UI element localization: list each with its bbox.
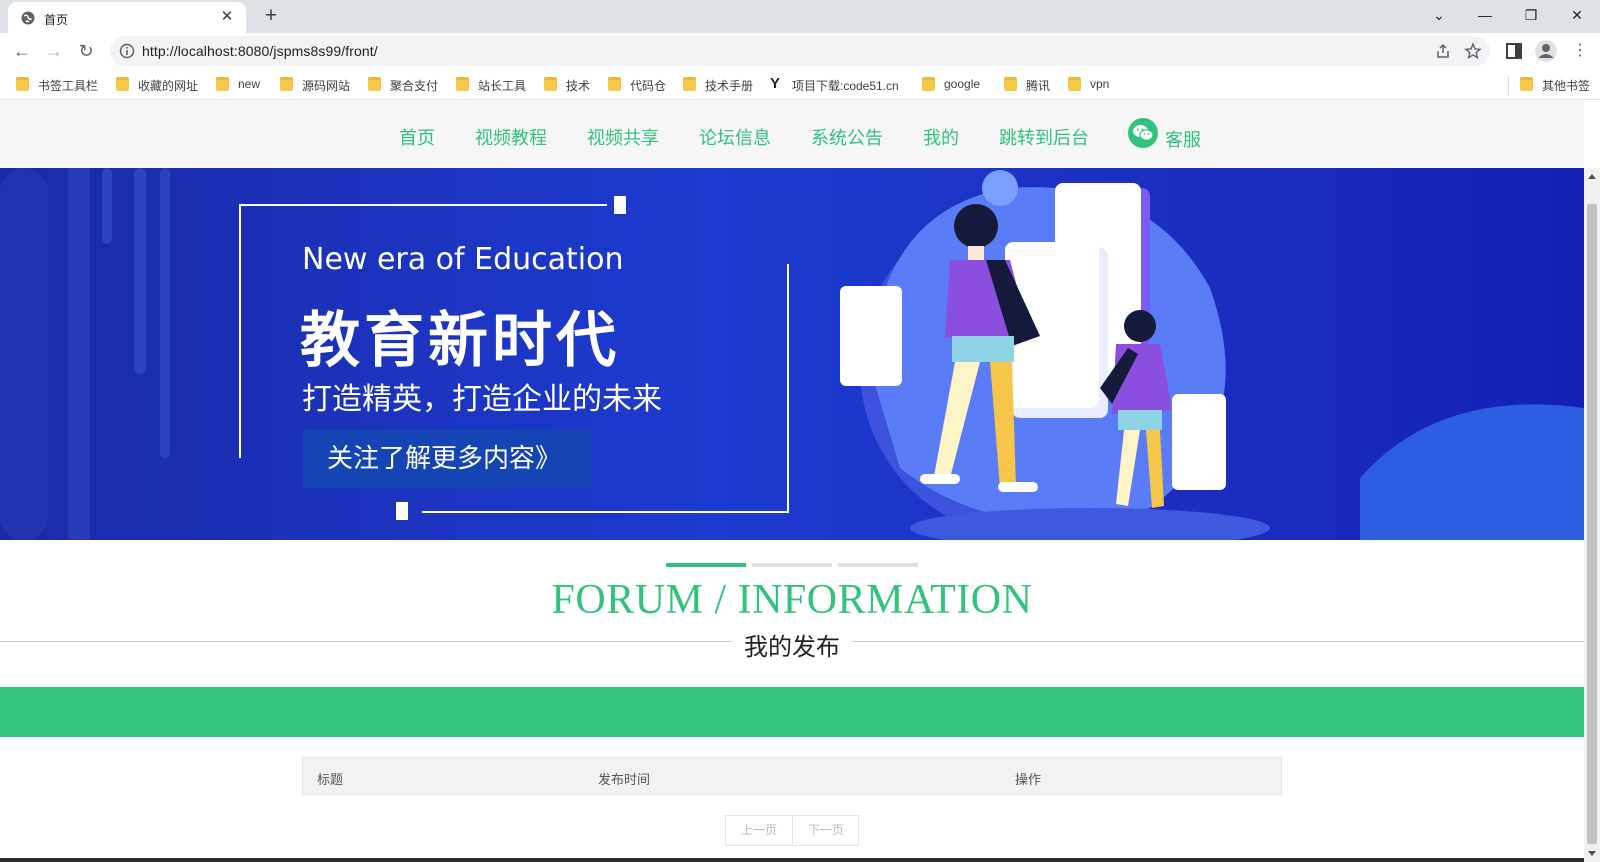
green-banner-bar xyxy=(0,687,1584,737)
site-nav: 首页 视频教程 视频共享 论坛信息 系统公告 我的 跳转到后台 客服 xyxy=(0,100,1584,168)
folder-icon xyxy=(280,77,293,91)
new-tab-button[interactable]: + xyxy=(258,3,284,29)
banner-english-tagline: New era of Education xyxy=(302,242,624,277)
tab-search-icon[interactable]: ⌄ xyxy=(1416,0,1462,30)
forward-icon[interactable]: → xyxy=(40,37,68,65)
minimize-button[interactable]: — xyxy=(1462,0,1508,30)
page-scrollbar[interactable] xyxy=(1584,168,1600,862)
folder-icon xyxy=(368,77,381,91)
folder-icon xyxy=(16,77,29,91)
info-icon[interactable] xyxy=(119,43,135,59)
menu-kebab-icon[interactable]: ⋮ xyxy=(1566,37,1594,65)
share-icon[interactable] xyxy=(1434,42,1452,60)
back-icon[interactable]: ← xyxy=(8,37,36,65)
banner-illustration xyxy=(0,168,1584,540)
globe-icon xyxy=(21,11,35,25)
nav-item-announcements[interactable]: 系统公告 xyxy=(811,124,883,150)
browser-tab[interactable]: 首页 ✕ xyxy=(8,2,246,33)
carousel-indicator-2[interactable] xyxy=(752,563,832,567)
nav-item-customer-service[interactable]: 客服 xyxy=(1165,126,1201,152)
folder-icon xyxy=(116,77,129,91)
banner-subline: 打造精英，打造企业的未来 xyxy=(302,382,662,417)
folder-icon xyxy=(216,77,229,91)
nav-item-video-tutorials[interactable]: 视频教程 xyxy=(475,124,547,150)
folder-icon xyxy=(544,77,557,91)
carousel-indicator-3[interactable] xyxy=(838,563,918,567)
column-header-actions: 操作 xyxy=(1015,772,1042,787)
column-header-publish-time: 发布时间 xyxy=(598,772,651,787)
pagination: 上一页 下一页 xyxy=(725,815,859,846)
profile-avatar-icon[interactable] xyxy=(1532,37,1560,65)
nav-item-mine[interactable]: 我的 xyxy=(923,124,959,150)
folder-icon xyxy=(683,77,696,91)
browser-toolbar: ← → ↻ http://localhost:8080/jspms8s99/fr… xyxy=(0,33,1600,69)
tab-title: 首页 xyxy=(44,13,69,27)
folder-icon xyxy=(1068,77,1081,91)
url-text: http://localhost:8080/jspms8s99/front/ xyxy=(142,43,378,59)
folder-icon xyxy=(1004,77,1017,91)
prev-page-button[interactable]: 上一页 xyxy=(726,816,792,845)
close-window-button[interactable]: ✕ xyxy=(1554,0,1600,30)
nav-item-forum[interactable]: 论坛信息 xyxy=(699,124,771,150)
folder-icon xyxy=(608,77,621,91)
close-tab-icon[interactable]: ✕ xyxy=(216,6,238,28)
scroll-down-arrow-icon[interactable] xyxy=(1588,851,1596,856)
scrollbar-thumb[interactable] xyxy=(1587,204,1597,844)
y-logo-icon: Y xyxy=(770,75,781,92)
hero-banner[interactable]: New era of Education 教育新时代 打造精英，打造企业的未来 … xyxy=(0,168,1584,540)
bookmark-star-icon[interactable] xyxy=(1464,42,1482,60)
folder-icon xyxy=(922,77,935,91)
folder-icon xyxy=(456,77,469,91)
reload-icon[interactable]: ↻ xyxy=(72,37,100,65)
address-bar[interactable]: http://localhost:8080/jspms8s99/front/ xyxy=(110,36,1490,66)
column-header-title: 标题 xyxy=(317,772,344,787)
section-subtitle: 我的发布 xyxy=(732,627,852,662)
footer-edge xyxy=(0,858,1584,862)
folder-icon xyxy=(1520,77,1533,91)
browser-tab-strip: 首页 ✕ + ⌄ — ❐ ✕ xyxy=(0,0,1600,33)
table-header: 标题 发布时间 操作 xyxy=(302,757,1282,795)
nav-item-home[interactable]: 首页 xyxy=(399,124,435,150)
banner-headline: 教育新时代 xyxy=(300,306,620,376)
side-panel-icon[interactable] xyxy=(1500,37,1528,65)
wechat-icon[interactable] xyxy=(1128,118,1158,148)
section-title: FORUM / INFORMATION xyxy=(551,577,1033,623)
banner-cta-button[interactable]: 关注了解更多内容》 xyxy=(303,430,592,488)
bookmarks-separator xyxy=(1508,76,1509,94)
nav-item-admin[interactable]: 跳转到后台 xyxy=(999,124,1089,150)
scroll-up-arrow-icon[interactable] xyxy=(1588,174,1596,179)
nav-item-video-sharing[interactable]: 视频共享 xyxy=(587,124,659,150)
bookmarks-bar: 书签工具栏 收藏的网址 new 源码网站 聚合支付 站长工具 技术 代码仓 技术… xyxy=(0,69,1600,100)
restore-button[interactable]: ❐ xyxy=(1508,0,1554,30)
next-page-button[interactable]: 下一页 xyxy=(793,816,859,845)
carousel-indicator-1[interactable] xyxy=(666,563,746,567)
